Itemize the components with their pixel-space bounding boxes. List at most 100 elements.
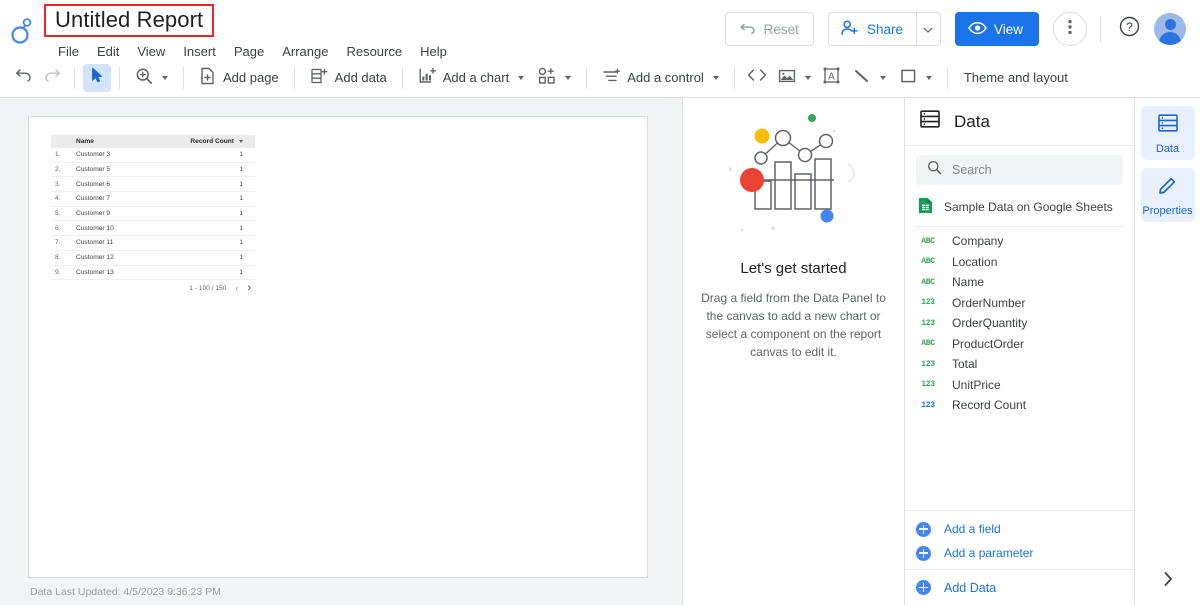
rail-tab-data[interactable]: Data: [1140, 106, 1195, 160]
undo-button[interactable]: [10, 64, 38, 92]
page-title[interactable]: Untitled Report: [55, 7, 203, 33]
embed-button[interactable]: [743, 64, 771, 92]
data-source-item[interactable]: Sample Data on Google Sheets: [905, 188, 1134, 226]
search-input[interactable]: [952, 163, 1112, 177]
image-button[interactable]: [771, 64, 818, 92]
looker-studio-app: Untitled Report File Edit View Insert Pa…: [0, 0, 1200, 605]
get-started-description: Drag a field from the Data Panel to the …: [701, 291, 886, 359]
field-ordernumber[interactable]: 123 OrderNumber: [905, 293, 1134, 314]
avatar[interactable]: [1154, 13, 1186, 45]
chevron-down-icon: [565, 75, 572, 80]
menu-file[interactable]: File: [49, 41, 88, 62]
add-control-label: Add a control: [627, 70, 704, 85]
field-orderquantity[interactable]: 123 OrderQuantity: [905, 313, 1134, 334]
table-chart[interactable]: Name Record Count 1. Customer 3 1 2. Cus…: [51, 135, 255, 296]
table-row[interactable]: 6. Customer 10 1: [51, 221, 255, 237]
chevron-left-icon[interactable]: ‹: [235, 284, 238, 293]
table-row[interactable]: 2. Customer 5 1: [51, 163, 255, 178]
data-panel-header: Data: [905, 98, 1134, 146]
row-index: 4.: [55, 195, 61, 203]
table-row[interactable]: 8. Customer 12 1: [51, 251, 255, 266]
toolbar-divider-2: [119, 66, 120, 89]
share-button[interactable]: Share: [829, 13, 916, 45]
row-name: Customer 11: [76, 239, 114, 247]
row-count: 1: [239, 239, 243, 247]
line-icon: [853, 68, 871, 87]
zoom-button[interactable]: [128, 64, 175, 92]
add-page-button[interactable]: Add page: [192, 64, 286, 92]
data-last-updated-label: Data Last Updated: 4/5/2023 9:36:23 PM: [30, 586, 221, 598]
theme-and-layout-button[interactable]: Theme and layout: [956, 64, 1076, 92]
table-row[interactable]: 4. Customer 7 1: [51, 192, 255, 207]
add-data-panel-button[interactable]: Add Data: [905, 569, 1134, 605]
field-name[interactable]: ABC Name: [905, 272, 1134, 293]
view-button[interactable]: View: [954, 12, 1039, 46]
select-tool-button[interactable]: [83, 63, 111, 92]
field-record-count[interactable]: 123 Record Count: [905, 395, 1134, 416]
menu-arrange[interactable]: Arrange: [273, 41, 337, 62]
report-page[interactable]: Name Record Count 1. Customer 3 1 2. Cus…: [28, 116, 648, 578]
chevron-down-icon: [162, 75, 168, 80]
field-label: UnitPrice: [952, 377, 1001, 392]
rail-tab-properties[interactable]: Properties: [1140, 168, 1195, 222]
add-a-field-button[interactable]: Add a field: [905, 517, 1134, 541]
field-type-icon-text: ABC: [921, 277, 935, 287]
add-a-parameter-button[interactable]: Add a parameter: [905, 541, 1134, 565]
google-sheets-icon: [918, 197, 933, 217]
workspace: Name Record Count 1. Customer 3 1 2. Cus…: [0, 98, 1200, 605]
share-dropdown-button[interactable]: [915, 13, 940, 45]
table-row[interactable]: 1. Customer 3 1: [51, 148, 255, 163]
menu-view[interactable]: View: [128, 41, 174, 62]
field-productorder[interactable]: ABC ProductOrder: [905, 334, 1134, 355]
chevron-right-icon[interactable]: ›: [247, 283, 251, 294]
table-header-record-count[interactable]: Record Count: [177, 138, 255, 145]
table-row[interactable]: 3. Customer 6 1: [51, 177, 255, 193]
svg-text:A: A: [828, 71, 835, 82]
search-box[interactable]: [916, 155, 1123, 185]
field-unitprice[interactable]: 123 UnitPrice: [905, 375, 1134, 396]
menu-page[interactable]: Page: [225, 41, 273, 62]
add-chart-button[interactable]: Add a chart: [411, 64, 532, 92]
table-row[interactable]: 5. Customer 9 1: [51, 207, 255, 222]
field-label: Name: [952, 275, 985, 290]
table-row[interactable]: 9. Customer 13 1: [51, 266, 255, 281]
menu-help[interactable]: Help: [411, 41, 456, 62]
row-index: 7.: [55, 239, 61, 247]
chevron-down-icon: [712, 75, 719, 80]
menu-edit[interactable]: Edit: [88, 41, 128, 62]
add-control-button[interactable]: Add a control: [595, 64, 726, 92]
report-canvas-area[interactable]: Name Record Count 1. Customer 3 1 2. Cus…: [0, 98, 682, 605]
report-title-highlight: Untitled Report: [44, 4, 215, 37]
rail-tab-data-label: Data: [1155, 142, 1180, 155]
line-button[interactable]: [846, 64, 893, 92]
row-name: Customer 9: [76, 210, 111, 218]
rectangle-icon: [900, 68, 917, 87]
collapse-panel-button[interactable]: [1135, 570, 1200, 593]
table-pagination: 1 - 100 / 150 ‹ ›: [51, 281, 255, 296]
magnifier-plus-icon: [135, 67, 153, 88]
reset-button[interactable]: Reset: [724, 12, 814, 46]
field-total[interactable]: 123 Total: [905, 354, 1134, 375]
field-label: ProductOrder: [952, 336, 1025, 351]
field-company[interactable]: ABC Company: [905, 231, 1134, 252]
table-row[interactable]: 7. Customer 11 1: [51, 236, 255, 251]
more-options-button[interactable]: [1053, 12, 1087, 46]
community-visualization-button[interactable]: [531, 64, 578, 92]
shape-button[interactable]: [893, 64, 939, 92]
field-label: Total: [952, 357, 978, 372]
field-type-icon-number: 123: [921, 318, 935, 328]
menu-insert[interactable]: Insert: [174, 41, 225, 62]
row-count: 1: [239, 224, 243, 232]
text-box-button[interactable]: A: [818, 64, 846, 92]
row-name: Customer 13: [76, 268, 114, 276]
menu-resource[interactable]: Resource: [337, 41, 411, 62]
chevron-down-icon: [879, 75, 886, 80]
looker-studio-logo[interactable]: [0, 0, 44, 58]
add-data-button[interactable]: Add data: [303, 64, 394, 92]
redo-button[interactable]: [38, 64, 66, 92]
toolbar-divider-6: [586, 66, 588, 89]
table-header-name[interactable]: Name: [76, 138, 177, 145]
help-button[interactable]: ?: [1114, 14, 1144, 44]
field-label: OrderQuantity: [952, 316, 1028, 331]
field-location[interactable]: ABC Location: [905, 252, 1134, 273]
